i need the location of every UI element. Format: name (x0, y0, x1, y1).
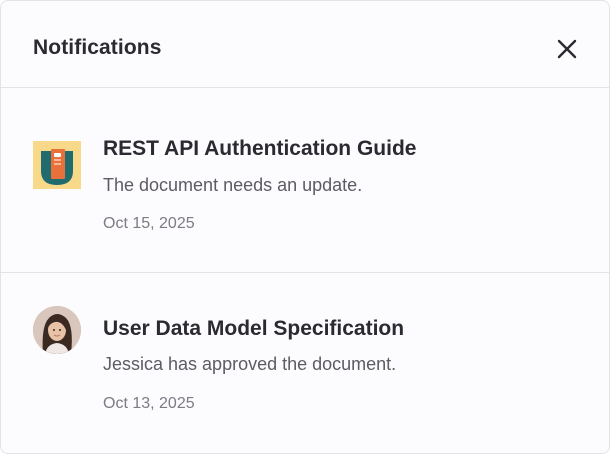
notification-date: Oct 13, 2025 (103, 395, 195, 412)
close-button[interactable] (554, 36, 580, 62)
notification-date: Oct 15, 2025 (103, 215, 195, 232)
avatar (33, 306, 81, 354)
close-icon (557, 39, 577, 59)
notification-message: The document needs an update. (103, 175, 363, 195)
panel-header: Notifications (1, 1, 609, 88)
notification-title: User Data Model Specification (103, 317, 405, 340)
notification-message: Jessica has approved the document. (103, 354, 397, 374)
notification-title: REST API Authentication Guide (103, 137, 417, 160)
notification-item[interactable]: REST API Authentication Guide The docume… (1, 88, 609, 273)
notifications-panel: Notifications REST API Authentication Gu… (0, 0, 610, 454)
document-folder-icon (33, 141, 81, 189)
notification-item[interactable]: User Data Model Specification Jessica ha… (1, 273, 609, 453)
panel-title: Notifications (33, 36, 162, 59)
